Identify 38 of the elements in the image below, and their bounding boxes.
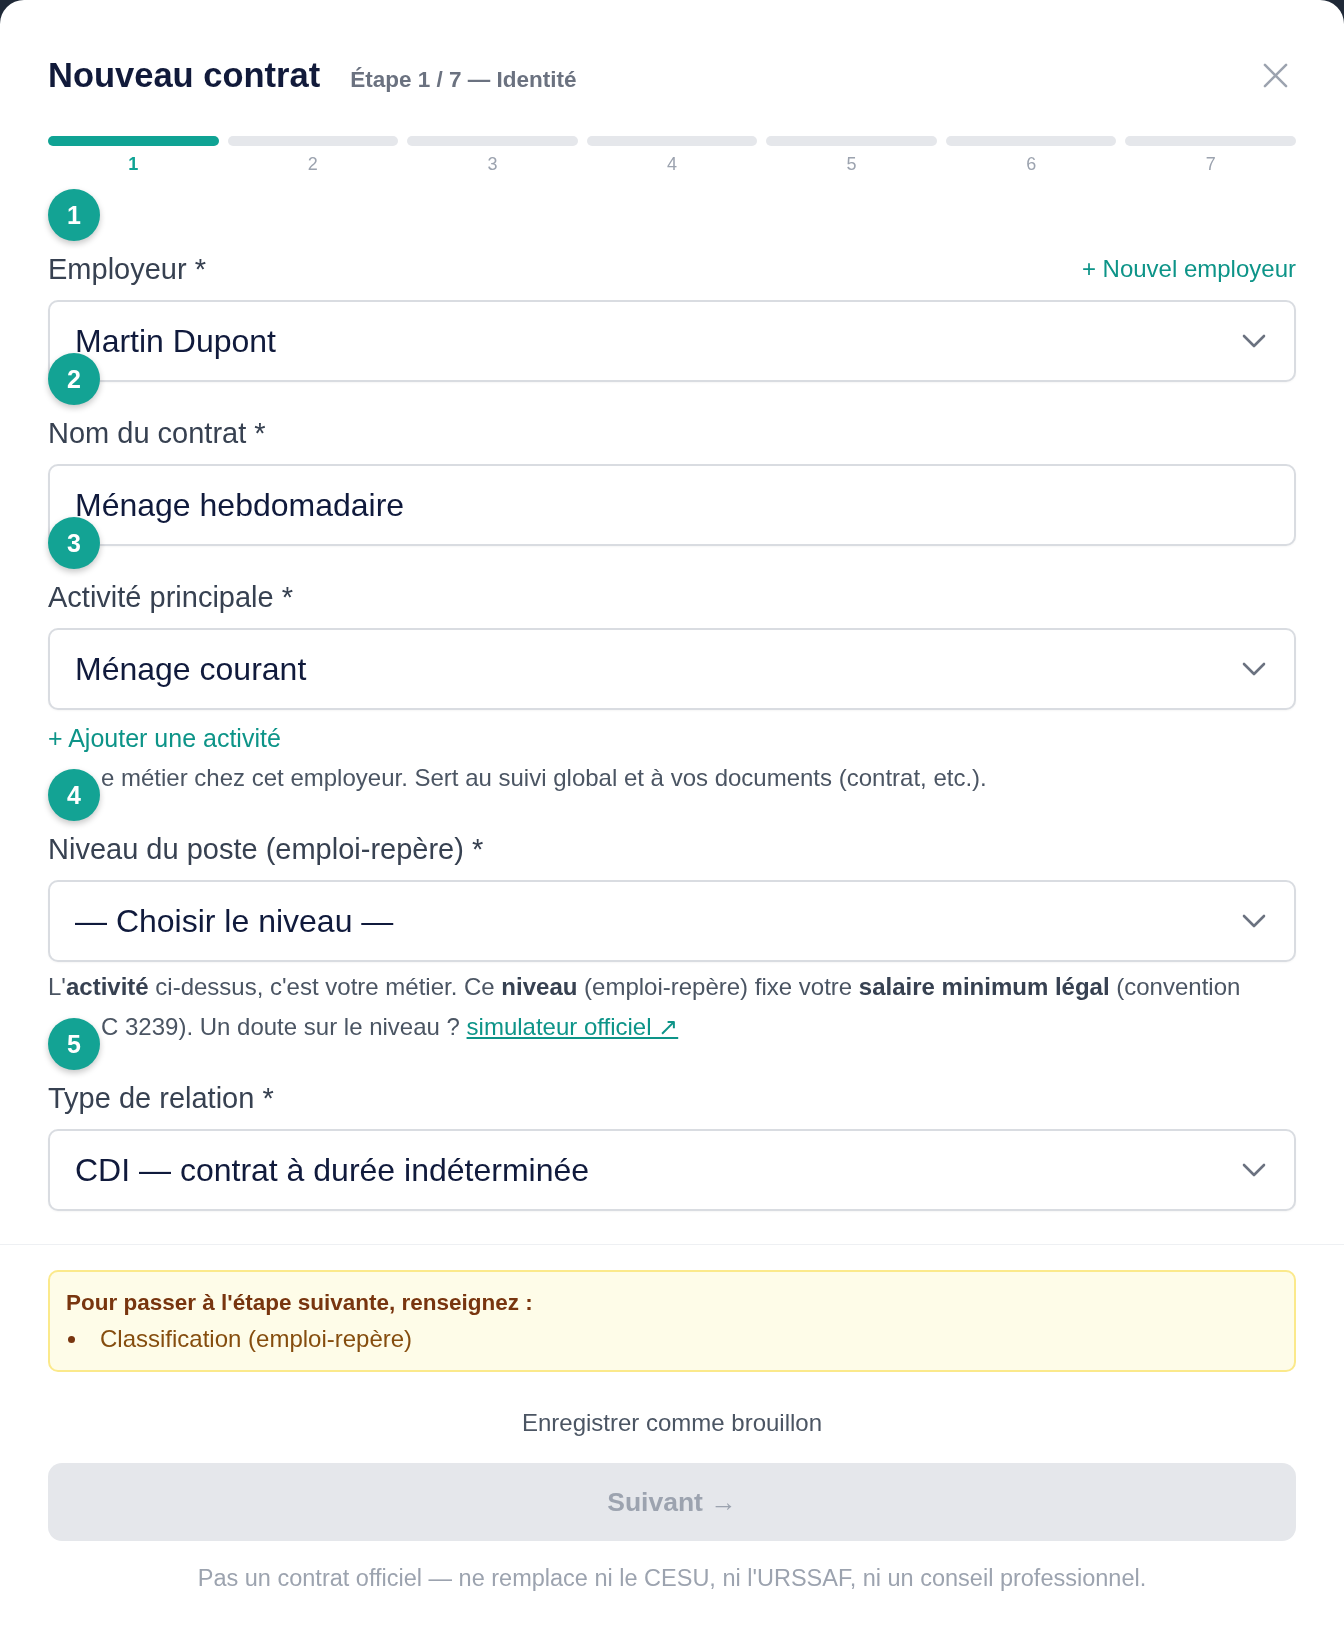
- number-badge: 1: [48, 189, 100, 241]
- number-badge: 5: [48, 1018, 100, 1070]
- dropdown[interactable]: Ménage courant: [48, 628, 1296, 710]
- dropdown[interactable]: — Choisir le niveau —: [48, 880, 1296, 962]
- disclaimer-text: Pas un contrat officiel — ne remplace ni le CESU, ni l'URSSAF, ni un conseil professionnel.: [196, 1564, 1148, 1593]
- new-employer-link[interactable]: + Nouvel employeur: [1081, 252, 1296, 286]
- chevron-down-icon: [1242, 914, 1266, 928]
- step-number[interactable]: 5: [846, 154, 857, 174]
- number-badge: 4: [48, 769, 100, 821]
- chevron-down-icon: [1242, 662, 1266, 676]
- step-number[interactable]: 1: [128, 154, 139, 174]
- chevron-down-icon: [1242, 1163, 1266, 1177]
- field-label: Type de relation *: [48, 1081, 274, 1115]
- help-text: C 3239). Un doute sur le niveau ? simulateur officiel ↗: [101, 1012, 680, 1042]
- field-label: Activité principale *: [48, 580, 293, 614]
- step-number[interactable]: 7: [1205, 154, 1216, 174]
- step-subtitle: Étape 1 / 7 — Identité: [350, 67, 577, 93]
- simulator-link[interactable]: simulateur officiel ↗: [466, 1013, 679, 1040]
- help-text: L'activité ci-dessus, c'est votre métier. Ce niveau (emploi-repère) fixe votre salaire minimum légal (convention: [48, 972, 1242, 1002]
- notice-item: Classification (emploi-repère): [100, 1325, 413, 1353]
- notice-title: Pour passer à l'étape suivante, renseignez :: [66, 1289, 534, 1317]
- step-number[interactable]: 3: [487, 154, 498, 174]
- dialog-title: Nouveau contrat: [48, 55, 321, 96]
- close-icon[interactable]: [1263, 62, 1288, 88]
- number-badge: 2: [48, 353, 100, 405]
- step-number[interactable]: 4: [667, 154, 678, 174]
- number-badge: 3: [48, 517, 100, 569]
- field-label: Employeur *: [48, 252, 206, 286]
- bullet-icon: [68, 1335, 75, 1343]
- field-label: Nom du contrat *: [48, 416, 266, 450]
- save-draft-button[interactable]: Enregistrer comme brouillon: [521, 1408, 823, 1438]
- step-number[interactable]: 6: [1026, 154, 1037, 174]
- help-text: e métier chez cet employeur. Sert au suivi global et à vos documents (contrat, etc.).: [101, 763, 988, 793]
- chevron-down-icon: [1242, 334, 1266, 348]
- field-label: Niveau du poste (emploi-repère) *: [48, 832, 484, 866]
- add-activity-link[interactable]: + Ajouter une activité: [48, 723, 281, 753]
- step-number[interactable]: 2: [307, 154, 318, 174]
- dropdown[interactable]: CDI — contrat à durée indéterminée: [48, 1129, 1296, 1211]
